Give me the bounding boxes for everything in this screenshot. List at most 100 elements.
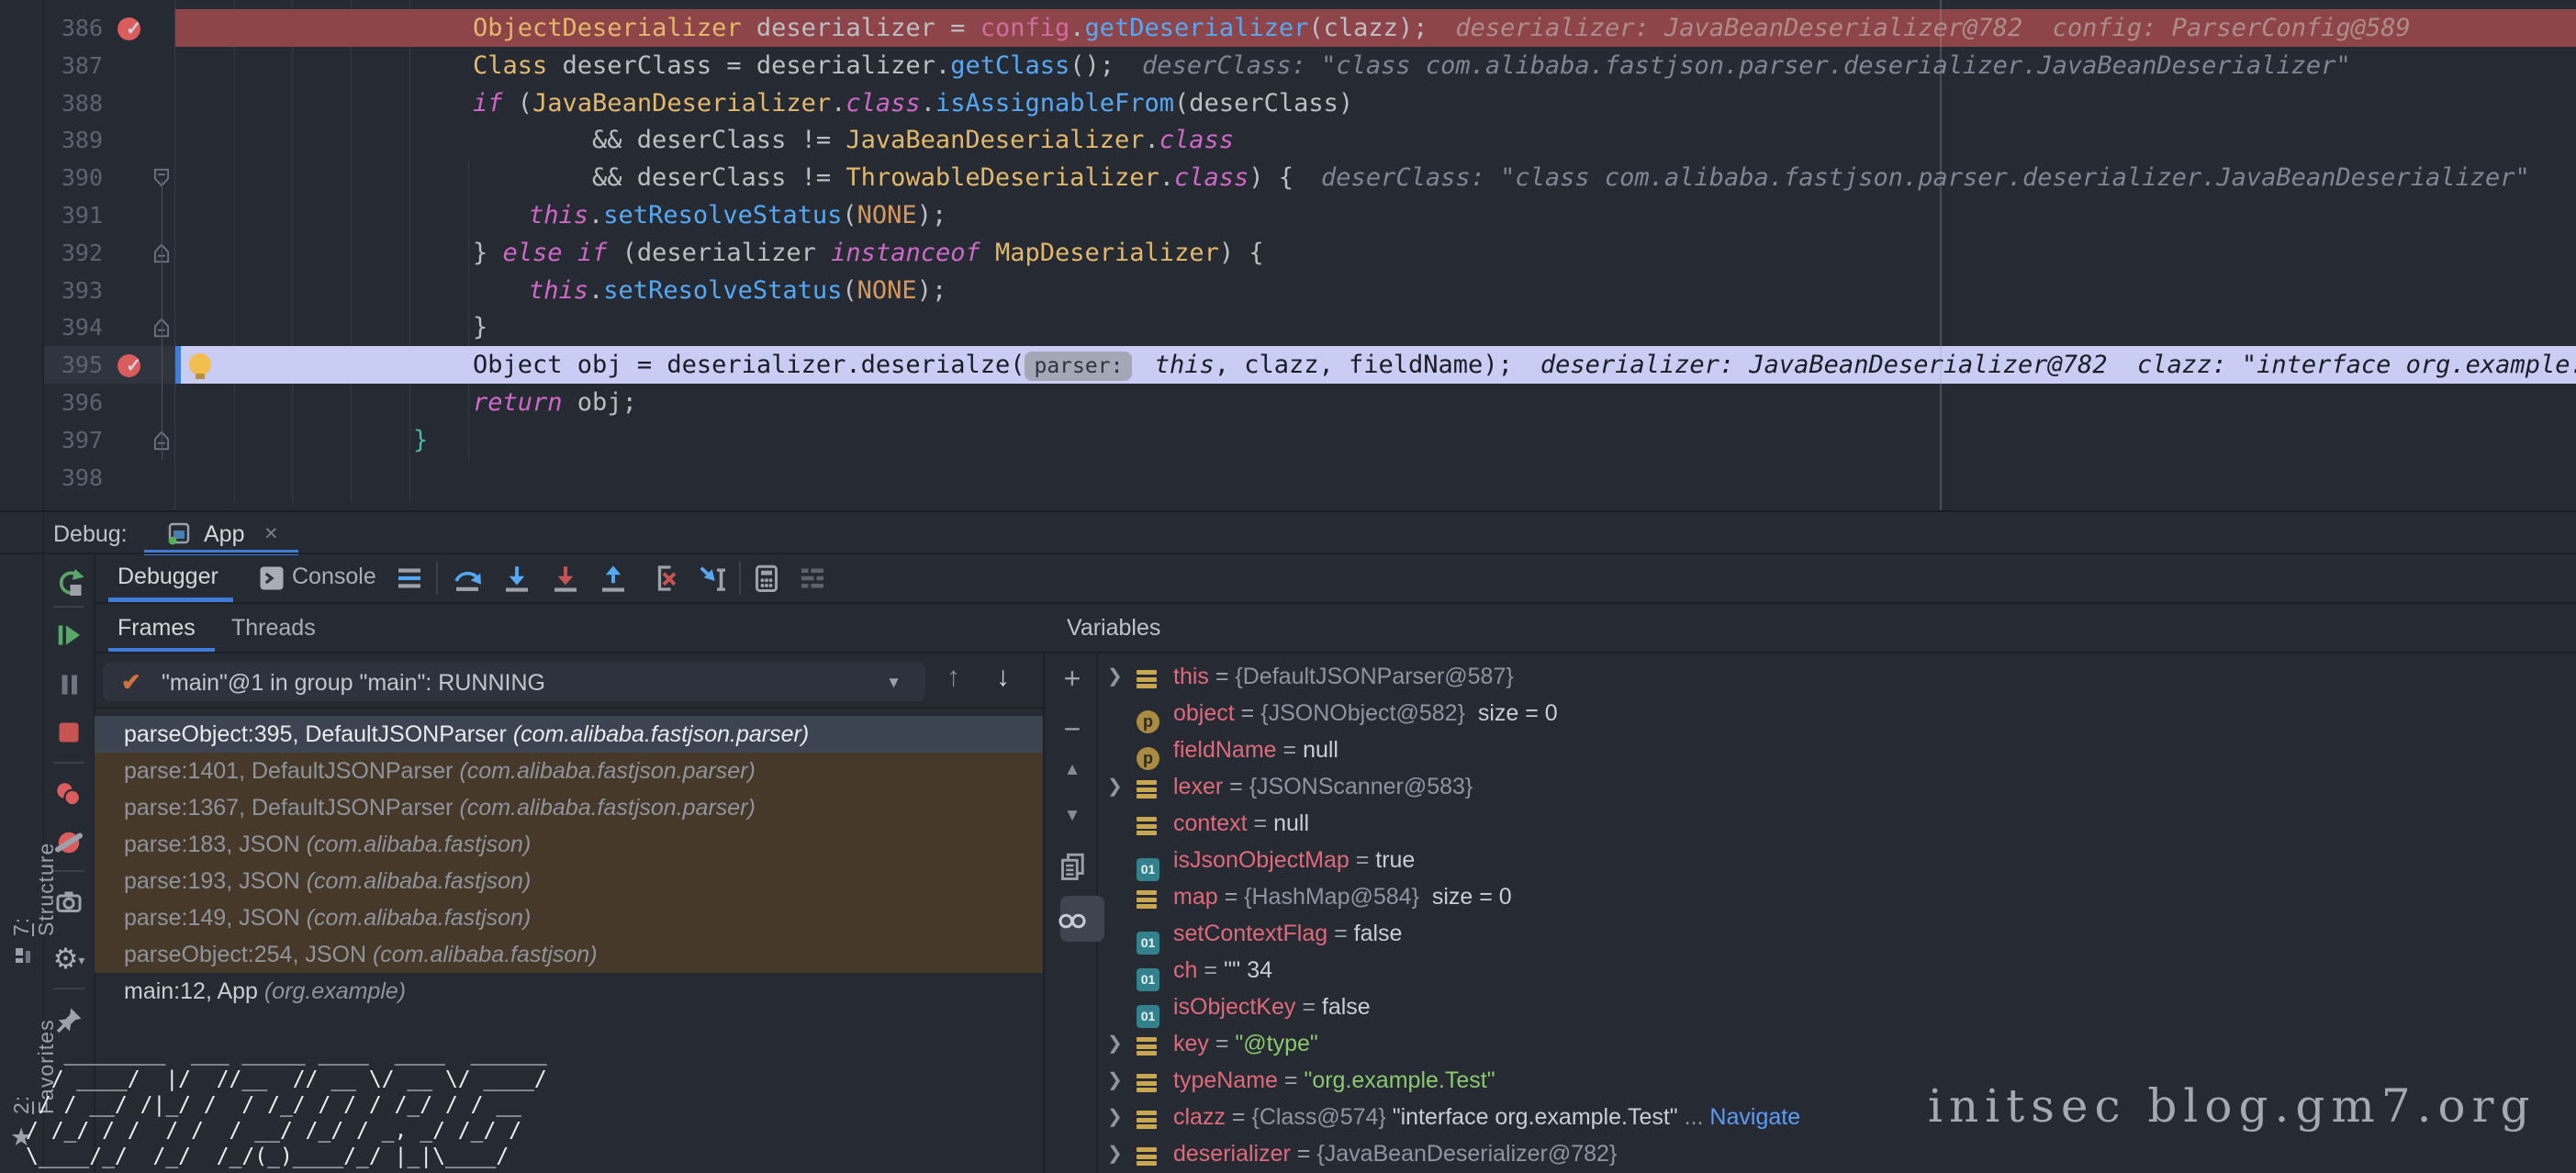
variable-value: {JavaBeanDeserializer@782} <box>1316 1141 1617 1167</box>
navigate-link[interactable]: Navigate <box>1703 1104 1800 1130</box>
fold-marker-icon[interactable] <box>151 430 174 452</box>
variable-row-isObjectKey[interactable]: 01isObjectKey = false <box>1100 989 2569 1025</box>
remove-watch-icon[interactable]: − <box>1056 712 1089 745</box>
console-icon[interactable] <box>258 562 291 595</box>
code-line-398: 398 <box>0 459 2576 497</box>
variable-row-deserializer[interactable]: ❯deserializer = {JavaBeanDeserializer@78… <box>1100 1135 2569 1172</box>
resume-button[interactable] <box>52 619 85 652</box>
code-editor[interactable]: 386✓ObjectDeserializer deserializer = co… <box>0 0 2576 510</box>
expand-chevron-icon[interactable]: ❯ <box>1107 658 1123 695</box>
inline-debugger-hint: deserClass: "class com.alibaba.fastjson.… <box>1321 163 2530 192</box>
expand-chevron-icon[interactable]: ❯ <box>1107 768 1123 805</box>
gutter-divider <box>174 0 175 510</box>
settings-gear-button[interactable]: ⚙▾ <box>52 944 85 977</box>
mute-breakpoints-button[interactable] <box>52 826 85 859</box>
layout-settings-icon[interactable] <box>796 562 829 595</box>
field-type-icon <box>1137 811 1160 835</box>
previous-frame-arrow-icon[interactable]: ↑ <box>946 662 960 693</box>
view-breakpoints-button[interactable] <box>52 778 85 811</box>
stack-frame-row[interactable]: parseObject:254, JSON (com.alibaba.fastj… <box>95 936 1043 973</box>
expand-chevron-icon[interactable]: ❯ <box>1107 1135 1123 1172</box>
variable-value: {HashMap@584} <box>1244 884 1419 910</box>
prim-type-icon: 01 <box>1137 995 1160 1019</box>
variable-name: ch <box>1173 957 1197 983</box>
thread-dump-camera-button[interactable] <box>52 885 85 918</box>
variable-row-isJsonObjectMap[interactable]: 01isJsonObjectMap = true <box>1100 842 2569 878</box>
variable-value: = <box>1223 774 1249 799</box>
fold-marker-icon[interactable] <box>151 242 174 264</box>
variable-row-fieldName[interactable]: pfieldName = null <box>1100 732 2569 768</box>
inline-debugger-hint: deserializer: JavaBeanDeserializer@782 c… <box>1455 14 2410 42</box>
fold-marker-icon[interactable] <box>151 317 174 339</box>
frame-location: parse:193, JSON <box>124 868 307 894</box>
frame-location: parse:183, JSON <box>124 832 307 857</box>
code-line-387: 387Class deserClass = deserializer.getCl… <box>0 47 2576 84</box>
evaluate-expression-icon[interactable] <box>750 562 783 595</box>
intention-bulb-icon[interactable] <box>189 353 211 375</box>
tab-frames[interactable]: Frames <box>118 615 196 642</box>
close-icon[interactable]: × <box>264 520 278 547</box>
tab-debugger[interactable]: Debugger <box>118 564 218 590</box>
inline-debugger-hint: deserializer: JavaBeanDeserializer@782 c… <box>1540 351 2576 379</box>
variable-row-object[interactable]: pobject = {JSONObject@582} size = 0 <box>1100 695 2569 732</box>
field-type-icon <box>1137 1142 1160 1166</box>
variable-name: deserializer <box>1173 1141 1291 1167</box>
stop-button[interactable] <box>52 716 85 749</box>
variable-value: = <box>1209 1031 1236 1056</box>
stack-frame-row[interactable]: parse:193, JSON (com.alibaba.fastjson) <box>95 863 1043 899</box>
tab-console[interactable]: Console <box>292 564 376 590</box>
stack-frame-row[interactable]: parseObject:395, DefaultJSONParser (com.… <box>95 716 1043 753</box>
left-tool-stripe: 7: Structure 2: Favorites ★ <box>0 0 44 1173</box>
drop-frame-icon[interactable] <box>647 562 680 595</box>
structure-icon[interactable] <box>13 945 33 966</box>
breakpoint-icon[interactable]: ✓ <box>118 16 142 40</box>
pin-tab-button[interactable] <box>52 1004 85 1037</box>
expand-chevron-icon[interactable]: ❯ <box>1107 1099 1123 1135</box>
step-over-icon[interactable] <box>451 562 484 595</box>
variable-value: false <box>1354 921 1403 946</box>
thread-dropdown[interactable]: ✔ "main"@1 in group "main": RUNNING ▼ <box>103 663 925 701</box>
frame-package: (com.alibaba.fastjson) <box>307 832 532 857</box>
variables-toolbar: + − ▲ ▼ <box>1043 654 1098 1173</box>
next-frame-arrow-icon[interactable]: ↓ <box>996 662 1010 693</box>
code-text: && deserClass != ThrowableDeserializer.c… <box>592 159 2530 196</box>
variable-row-ch[interactable]: 01ch = '"' 34 <box>1100 952 2569 989</box>
show-watches-glasses-icon[interactable] <box>1056 903 1089 936</box>
variable-row-this[interactable]: ❯this = {DefaultJSONParser@587} <box>1100 658 2569 695</box>
step-into-icon[interactable] <box>500 562 533 595</box>
duplicate-icon[interactable] <box>1056 850 1089 883</box>
stack-frame-row[interactable]: main:12, App (org.example) <box>95 973 1043 1010</box>
code-line-391: 391this.setResolveStatus(NONE); <box>0 196 2576 234</box>
expand-chevron-icon[interactable]: ❯ <box>1107 1062 1123 1099</box>
variable-row-lexer[interactable]: ❯lexer = {JSONScanner@583} <box>1100 768 2569 805</box>
stack-frame-row[interactable]: parse:149, JSON (com.alibaba.fastjson) <box>95 899 1043 936</box>
step-out-icon[interactable] <box>597 562 630 595</box>
variable-row-key[interactable]: ❯key = "@type" <box>1100 1025 2569 1062</box>
stack-frame-row[interactable]: parse:1401, DefaultJSONParser (com.aliba… <box>95 753 1043 789</box>
rerun-button[interactable] <box>52 565 85 598</box>
variable-value: = <box>1197 957 1224 983</box>
stack-frame-row[interactable]: parse:1367, DefaultJSONParser (com.aliba… <box>95 789 1043 826</box>
pause-button[interactable] <box>52 668 85 701</box>
move-down-icon[interactable]: ▼ <box>1056 806 1089 839</box>
frame-package: (com.alibaba.fastjson.parser) <box>459 758 755 784</box>
chevron-down-icon: ▼ <box>886 674 902 692</box>
code-text: Class deserClass = deserializer.getClass… <box>473 47 2351 84</box>
stack-frame-row[interactable]: parse:183, JSON (com.alibaba.fastjson) <box>95 826 1043 863</box>
force-step-into-icon[interactable] <box>549 562 582 595</box>
debugger-toolbar: Debugger Console <box>95 554 2576 604</box>
frame-package: (com.alibaba.fastjson) <box>307 868 532 894</box>
tab-threads[interactable]: Threads <box>231 615 316 642</box>
show-execution-point-icon[interactable] <box>393 562 426 595</box>
variable-row-context[interactable]: context = null <box>1100 805 2569 842</box>
variable-row-setContextFlag[interactable]: 01setContextFlag = false <box>1100 915 2569 952</box>
add-watch-icon[interactable]: + <box>1056 662 1089 695</box>
fold-marker-icon[interactable] <box>151 167 174 189</box>
run-to-cursor-icon[interactable] <box>695 562 728 595</box>
breakpoint-icon[interactable]: ✓ <box>118 352 142 377</box>
expand-chevron-icon[interactable]: ❯ <box>1107 1025 1123 1062</box>
variable-row-map[interactable]: map = {HashMap@584} size = 0 <box>1100 878 2569 915</box>
divider <box>739 562 741 595</box>
move-up-icon[interactable]: ▲ <box>1056 760 1089 793</box>
variable-value: true <box>1375 847 1415 873</box>
